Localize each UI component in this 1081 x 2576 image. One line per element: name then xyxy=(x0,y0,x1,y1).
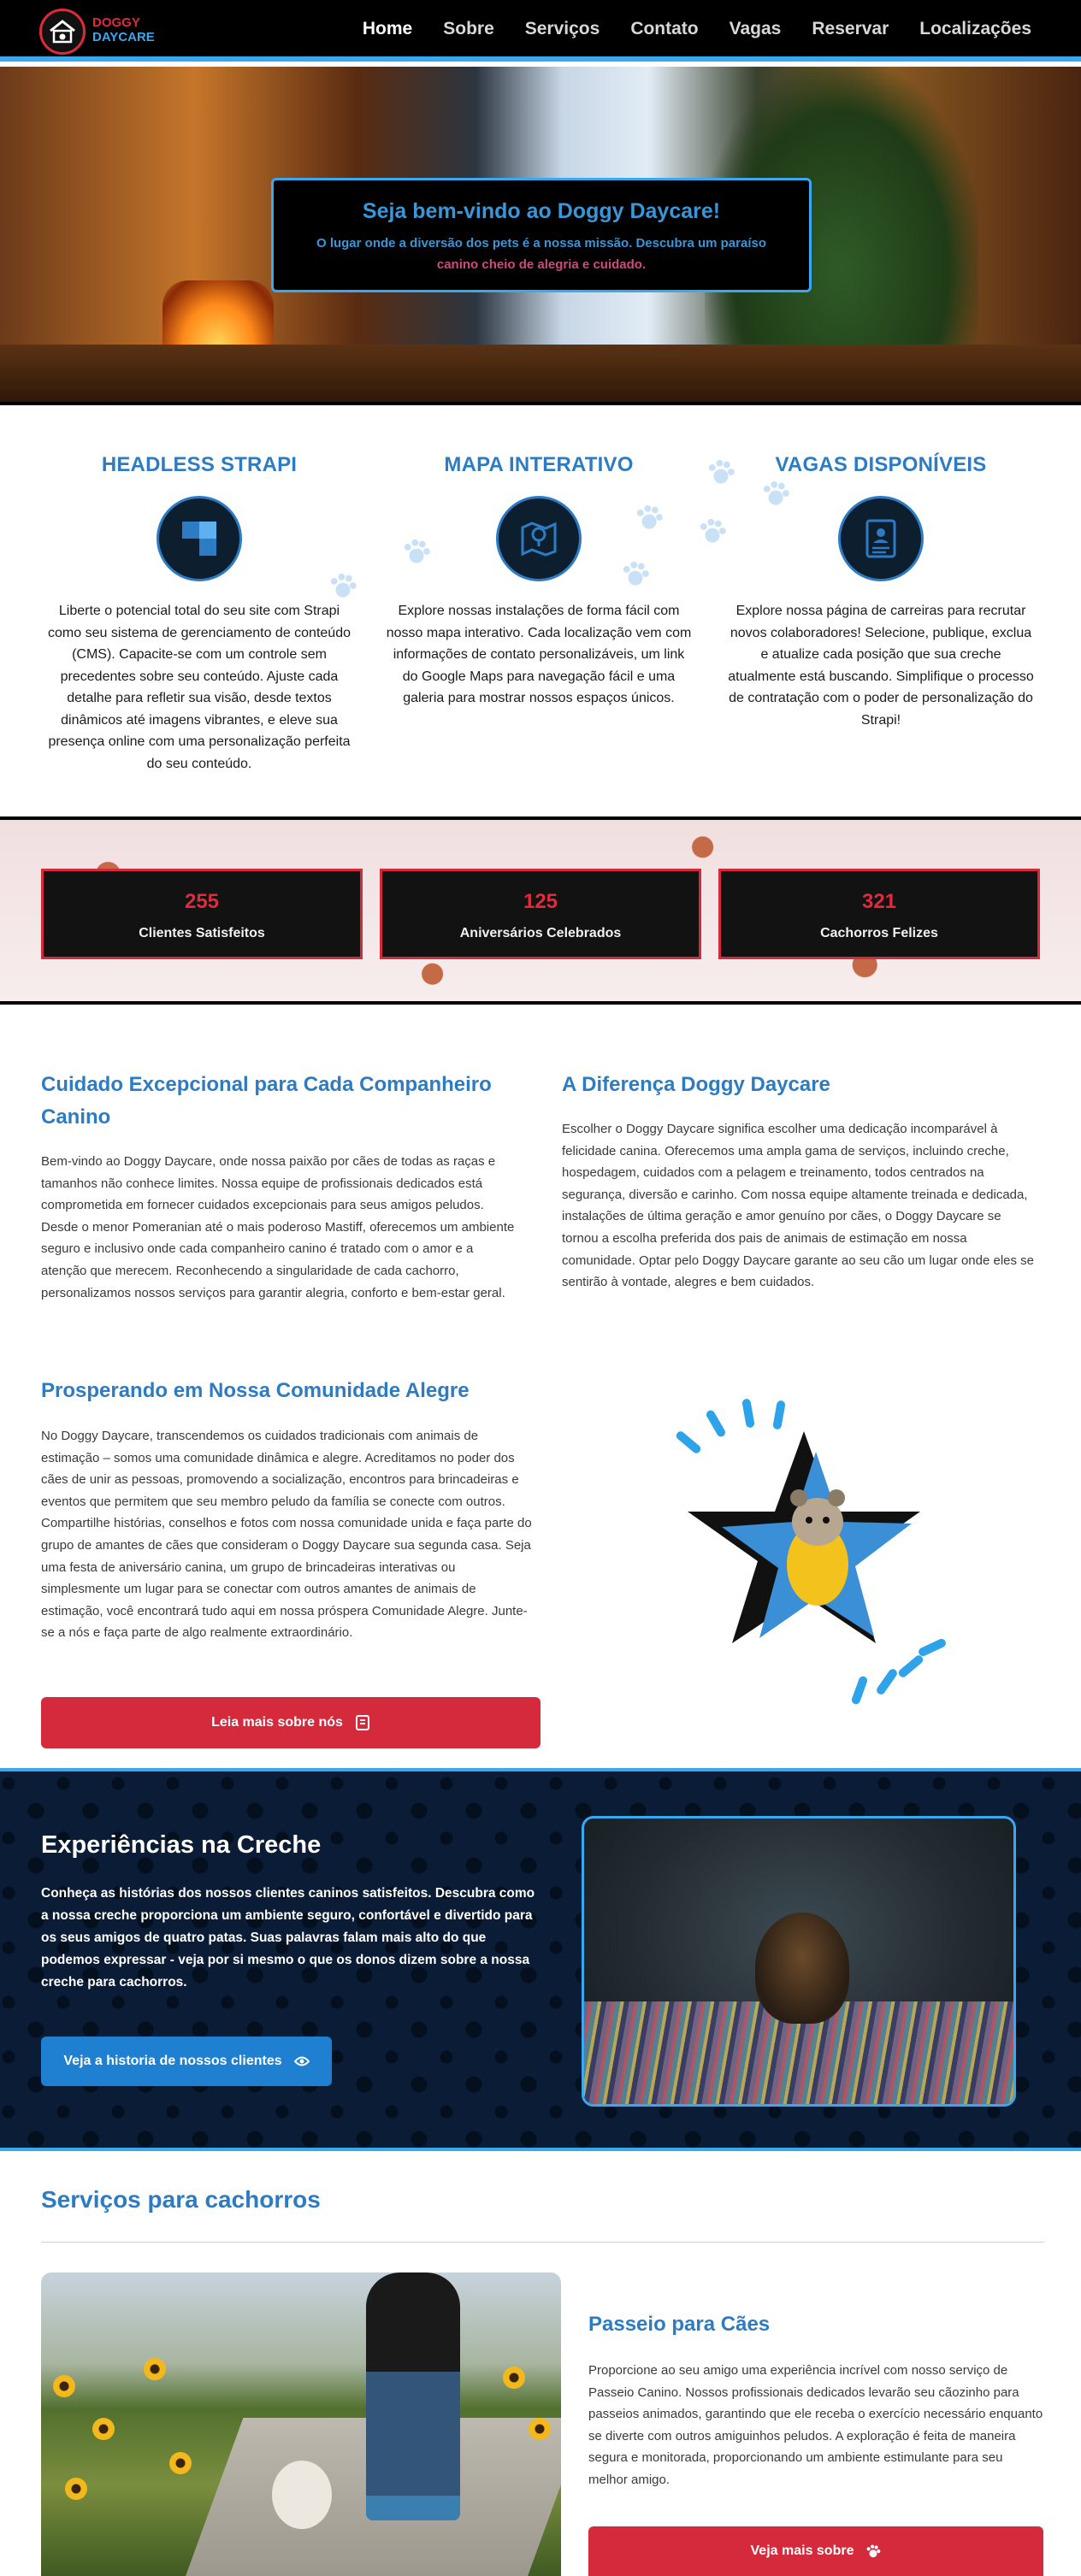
stat-number: 125 xyxy=(523,890,558,913)
sunflower xyxy=(529,2418,551,2440)
sunflower xyxy=(92,2418,115,2440)
feature-text: Explore nossa página de carreiras para r… xyxy=(728,604,1034,728)
feature-text: Liberte o potencial total do seu site co… xyxy=(48,604,351,771)
dog-walk-photo xyxy=(41,2272,561,2576)
hero-title: Seja bem-vindo ao Doggy Daycare! xyxy=(362,199,721,223)
walker-person xyxy=(366,2272,460,2520)
creche-text: Conheça as histórias dos nossos clientes… xyxy=(41,1886,535,1989)
service-title-dog-walk: Passeio para Cães xyxy=(588,2313,771,2336)
feature-headless-strapi: HEADLESS STRAPI Liberte o potencial tota… xyxy=(41,453,357,775)
stat-card-aniversarios: 125 Aniversários Celebrados xyxy=(380,869,701,959)
creche-experiences-section: Experiências na Creche Conheça as histór… xyxy=(0,1768,1081,2151)
eye-icon xyxy=(293,2056,310,2066)
nav-link-reservar[interactable]: Reservar xyxy=(812,19,889,39)
stat-label: Cachorros Felizes xyxy=(820,926,938,940)
difference-text: Escolher o Doggy Daycare significa escol… xyxy=(562,1122,1035,1290)
hero-welcome-box: Seja bem-vindo ao Doggy Daycare! O lugar… xyxy=(271,178,812,292)
map-pin-icon xyxy=(496,496,582,581)
care-text: Bem-vindo ao Doggy Daycare, onde nossa p… xyxy=(41,1154,515,1300)
client-stories-button[interactable]: Veja a historia de nossos clientes xyxy=(41,2037,332,2086)
sunflower xyxy=(503,2367,525,2389)
paw-icon xyxy=(867,2544,881,2558)
read-more-about-button[interactable]: Leia mais sobre nós xyxy=(41,1697,540,1748)
stat-label: Aniversários Celebrados xyxy=(459,926,622,940)
nav-link-localizacoes[interactable]: Localizações xyxy=(919,19,1031,39)
logo-wordmark[interactable]: DOGGY DAYCARE xyxy=(92,15,155,44)
strapi-logo-icon xyxy=(157,496,242,581)
services-heading: Serviços para cachorros xyxy=(41,2186,321,2213)
hero-subtitle-part2: canino cheio de alegria e cuidado. xyxy=(436,257,647,272)
hero-subtitle: O lugar onde a diversão dos pets é a nos… xyxy=(274,233,809,275)
see-more-service-button[interactable]: Veja mais sobre xyxy=(588,2526,1043,2576)
nav-link-sobre[interactable]: Sobre xyxy=(443,19,494,39)
stat-card-clientes: 255 Clientes Satisfeitos xyxy=(41,869,363,959)
sunflower xyxy=(169,2452,192,2474)
hero-banner: Seja bem-vindo ao Doggy Daycare! O lugar… xyxy=(0,67,1081,404)
nav-link-contato[interactable]: Contato xyxy=(630,19,698,39)
stats-section: 255 Clientes Satisfeitos 125 Aniversário… xyxy=(0,816,1081,1005)
see-more-label: Veja mais sobre xyxy=(750,2544,854,2558)
small-white-dog xyxy=(272,2461,332,2529)
stat-label: Clientes Satisfeitos xyxy=(139,926,265,940)
feature-mapa-interativo: MAPA INTERATIVO Explore nossas instalaçõ… xyxy=(381,453,697,710)
hero-floor xyxy=(0,345,1081,404)
puppy-photo xyxy=(582,1816,1016,2107)
house-dog-icon xyxy=(50,20,75,44)
nav-link-servicos[interactable]: Serviços xyxy=(525,19,600,39)
feature-vagas-disponiveis: VAGAS DISPONÍVEIS Explore nossa página d… xyxy=(723,453,1039,731)
stat-number: 321 xyxy=(861,890,897,913)
star-dog-illustration xyxy=(650,1398,975,1727)
difference-heading: A Diferença Doggy Daycare xyxy=(562,1073,830,1096)
job-badge-icon xyxy=(838,496,924,581)
feature-title: MAPA INTERATIVO xyxy=(444,453,634,476)
sunflower xyxy=(65,2478,87,2500)
read-more-label: Leia mais sobre nós xyxy=(211,1715,343,1730)
hero-bottom-divider xyxy=(0,402,1081,405)
sunflower xyxy=(144,2358,166,2380)
yorkie-puppy-image xyxy=(755,1913,849,2024)
feature-title: HEADLESS STRAPI xyxy=(101,453,298,476)
doggy-daycare-logo[interactable] xyxy=(39,9,86,55)
logo-line-2: DAYCARE xyxy=(92,30,155,44)
creche-heading: Experiências na Creche xyxy=(41,1831,322,1859)
community-text: No Doggy Daycare, transcendemos os cuida… xyxy=(41,1429,532,1641)
hero-subtitle-part1: O lugar onde a diversão dos pets é a nos… xyxy=(316,236,767,251)
feature-text: Explore nossas instalações de forma fáci… xyxy=(386,604,692,705)
service-text-dog-walk: Proporcione ao seu amigo uma experiência… xyxy=(588,2363,1043,2487)
community-heading: Prosperando em Nossa Comunidade Alegre xyxy=(41,1379,470,1402)
nav-link-home[interactable]: Home xyxy=(363,19,412,39)
stat-card-cachorros: 321 Cachorros Felizes xyxy=(718,869,1040,959)
care-heading: Cuidado Excepcional para Cada Companheir… xyxy=(41,1073,492,1129)
client-stories-label: Veja a historia de nossos clientes xyxy=(63,2054,282,2068)
top-navbar: DOGGY DAYCARE Home Sobre Serviços Contat… xyxy=(0,0,1081,62)
stat-number: 255 xyxy=(184,890,220,913)
services-divider xyxy=(41,2242,1044,2243)
sunflower xyxy=(53,2375,75,2397)
feature-title: VAGAS DISPONÍVEIS xyxy=(775,453,987,476)
nav-link-vagas[interactable]: Vagas xyxy=(730,19,782,39)
logo-line-1: DOGGY xyxy=(92,15,140,30)
main-menu: Home Sobre Serviços Contato Vagas Reserv… xyxy=(363,19,1031,39)
book-icon xyxy=(355,1715,369,1730)
star-frame-icon xyxy=(688,1431,920,1643)
